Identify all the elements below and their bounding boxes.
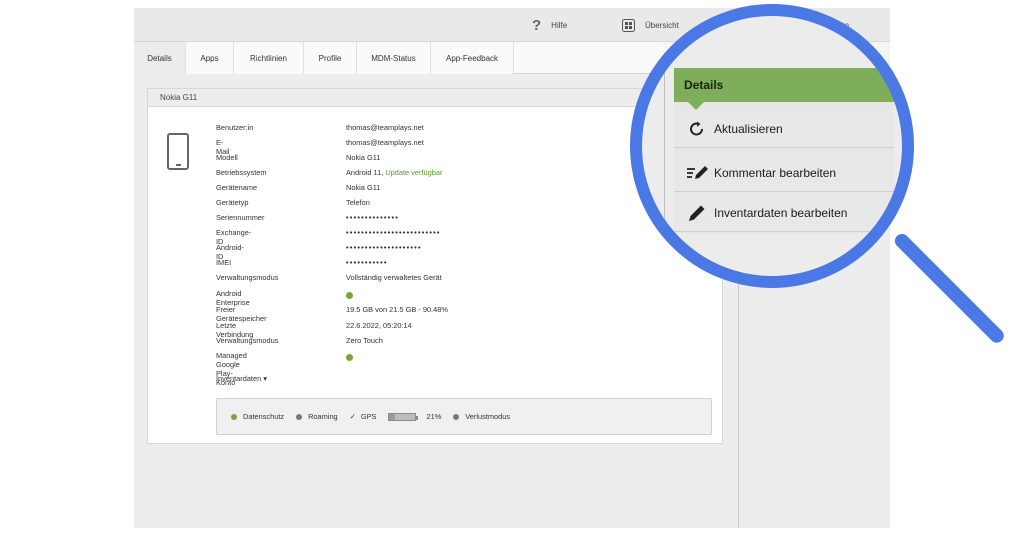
- info-label: Verwaltungsmodus: [216, 273, 279, 282]
- info-value: thomas@teamplays.net: [346, 138, 424, 147]
- device-details-card: Nokia G11 Benutzer:in thomas@teamplays.n…: [147, 88, 723, 444]
- info-value: [346, 351, 353, 363]
- info-label: Gerätetyp: [216, 198, 249, 207]
- info-value-masked: •••••••••••••••••••••••••: [346, 228, 441, 237]
- tab-profile[interactable]: Profile: [304, 42, 357, 74]
- update-available-link[interactable]: Update verfügbar: [385, 168, 442, 177]
- info-label: Betriebssystem: [216, 168, 267, 177]
- info-value: 22.6.2022, 05:20:14: [346, 321, 412, 330]
- inventory-toggle[interactable]: Inventardaten ▾: [216, 374, 267, 383]
- info-value-masked: •••••••••••: [346, 258, 388, 267]
- os-version: Android 11,: [346, 168, 384, 177]
- status-label: Datenschutz: [243, 412, 285, 421]
- info-label: Gerätename: [216, 183, 258, 192]
- info-value: Zero Touch: [346, 336, 383, 345]
- side-panel-top: [664, 42, 890, 62]
- help-icon: ?: [532, 16, 542, 34]
- info-label: Seriennummer: [216, 213, 265, 222]
- info-value-masked: ••••••••••••••: [346, 213, 400, 222]
- account-link[interactable]: Konto: [828, 8, 849, 42]
- device-status-bar: Datenschutz Roaming ✓ GPS 21% Verlustmodu…: [216, 398, 712, 435]
- account-label: Konto: [828, 20, 849, 30]
- privacy-dot-icon: [231, 413, 237, 420]
- status-ok-icon: [346, 354, 353, 361]
- check-icon: ✓: [349, 412, 356, 421]
- overview-label: Übersicht: [645, 20, 679, 30]
- tab-richtlinien[interactable]: Richtlinien: [234, 42, 304, 74]
- info-value: 19.5 GB von 21.5 GB - 90.48%: [346, 305, 448, 314]
- info-value: Vollständig verwaltetes Gerät: [346, 273, 442, 282]
- battery-fill: [389, 413, 395, 420]
- grid-icon: [622, 18, 635, 32]
- info-value-masked: ••••••••••••••••••••: [346, 243, 422, 252]
- info-label: Verwaltungsmodus: [216, 336, 279, 345]
- help-link[interactable]: ? Hilfe: [532, 8, 567, 42]
- info-label: IMEI: [216, 258, 232, 267]
- tab-apps[interactable]: Apps: [186, 42, 234, 74]
- magnifier-handle-icon: [892, 231, 1007, 346]
- info-value: Nokia G11: [346, 183, 381, 192]
- lost-mode-dot-icon: [453, 413, 460, 420]
- status-ok-icon: [346, 292, 353, 299]
- info-value: Android 11, Update verfügbar: [346, 168, 442, 177]
- battery-percent: 21%: [426, 412, 442, 421]
- tab-bar: Details Apps Richtlinien Profile MDM-Sta…: [134, 42, 664, 74]
- status-privacy: Datenschutz: [231, 412, 284, 421]
- roaming-dot-icon: [296, 413, 303, 420]
- device-title: Nokia G11: [148, 89, 722, 107]
- battery-icon: [388, 412, 419, 421]
- tab-details[interactable]: Details: [134, 42, 186, 74]
- status-battery: 21%: [388, 412, 441, 421]
- tab-app-feedback[interactable]: App-Feedback: [431, 42, 514, 74]
- phone-icon: [167, 133, 189, 170]
- help-label: Hilfe: [551, 20, 568, 30]
- app-window: ? Hilfe Übersicht Konto Details Apps Ric…: [134, 8, 890, 528]
- info-label: Modell: [216, 153, 238, 162]
- info-value: Nokia G11: [346, 153, 381, 162]
- status-lost-mode: Verlustmodus: [453, 412, 510, 421]
- side-panel-divider: [738, 8, 739, 528]
- tab-mdm-status[interactable]: MDM-Status: [357, 42, 431, 74]
- info-value: Telefon: [346, 198, 370, 207]
- status-roaming: Roaming: [296, 412, 338, 421]
- info-value: thomas@teamplays.net: [346, 123, 424, 132]
- status-label: Verlustmodus: [465, 412, 511, 421]
- overview-link[interactable]: Übersicht: [622, 8, 679, 42]
- info-value: [346, 289, 353, 301]
- status-label: GPS: [360, 412, 377, 421]
- top-header: ? Hilfe Übersicht Konto: [134, 8, 890, 42]
- info-label: Benutzer:in: [216, 123, 254, 132]
- status-label: Roaming: [308, 412, 338, 421]
- status-gps: ✓ GPS: [350, 412, 377, 421]
